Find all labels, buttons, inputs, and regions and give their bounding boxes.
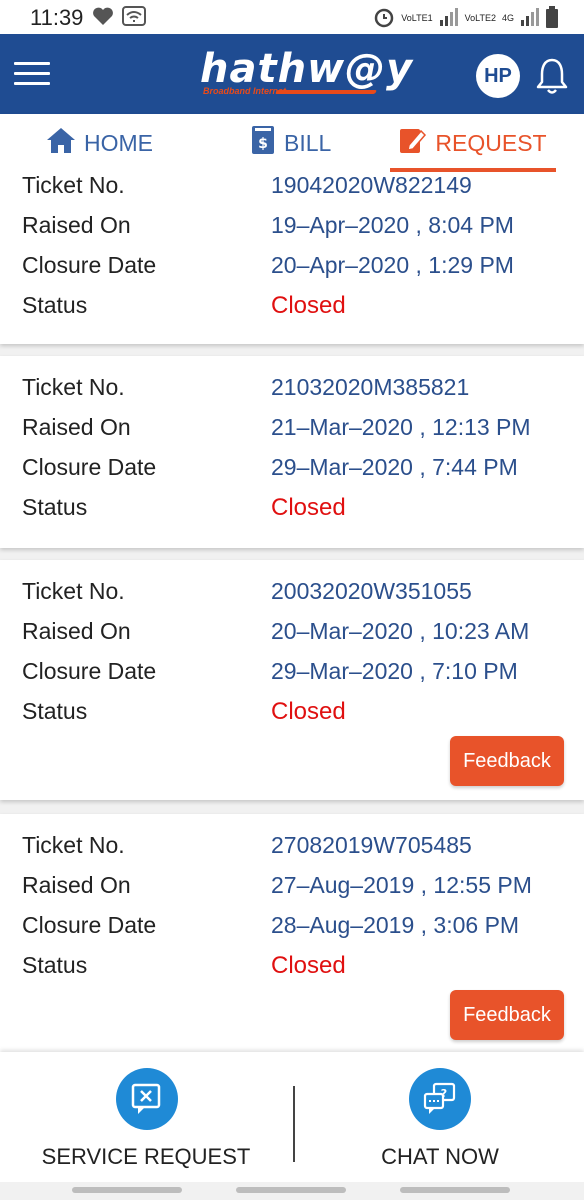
raised-on-label: Raised On bbox=[22, 618, 131, 644]
raised-on-value: 19–Apr–2020 , 8:04 PM bbox=[271, 212, 514, 238]
status-label: Status bbox=[22, 494, 88, 520]
raised-on-label: Raised On bbox=[22, 212, 131, 238]
raised-on-label: Raised On bbox=[22, 872, 131, 898]
ticket-no-value: 21032020M385821 bbox=[271, 374, 470, 400]
svg-text:$: $ bbox=[258, 136, 268, 152]
hathway-logo: hathw@y Broadband Internet bbox=[200, 46, 412, 102]
network-type: 4G bbox=[501, 12, 514, 23]
ticket-row-number: Ticket No. 19042020W822149 bbox=[22, 172, 562, 212]
service-request-button[interactable]: SERVICE REQUEST bbox=[0, 1052, 292, 1182]
wifi-icon bbox=[122, 6, 146, 32]
nav-back-pill[interactable] bbox=[72, 1187, 182, 1193]
ticket-row-closure: Closure Date 29–Mar–2020 , 7:10 PM bbox=[22, 658, 562, 698]
service-request-icon bbox=[116, 1068, 178, 1130]
tab-home[interactable]: HOME bbox=[46, 114, 153, 172]
nav-home-pill[interactable] bbox=[236, 1187, 346, 1193]
raised-on-value: 20–Mar–2020 , 10:23 AM bbox=[271, 618, 530, 644]
edit-icon bbox=[399, 125, 427, 161]
ticket-no-label: Ticket No. bbox=[22, 832, 125, 858]
battery-icon bbox=[546, 6, 558, 30]
nav-recents-pill[interactable] bbox=[400, 1187, 510, 1193]
ticket-card: Ticket No. 21032020M385821 Raised On 21–… bbox=[0, 356, 584, 548]
ticket-no-value: 19042020W822149 bbox=[271, 172, 472, 198]
ticket-list[interactable]: Ticket No. 19042020W822149 Raised On 19–… bbox=[0, 172, 584, 1052]
ticket-row-status: Status Closed bbox=[22, 292, 562, 332]
bottom-action-bar: SERVICE REQUEST ? CHAT NOW bbox=[0, 1052, 584, 1182]
status-bar: 11:39 VoLTE1 VoLTE2 4G bbox=[0, 0, 584, 34]
closure-date-value: 20–Apr–2020 , 1:29 PM bbox=[271, 252, 514, 278]
volte1-signal-icon bbox=[439, 8, 459, 28]
bell-icon[interactable] bbox=[534, 56, 570, 96]
ticket-card: Ticket No. 20032020W351055 Raised On 20–… bbox=[0, 560, 584, 800]
ticket-card: Ticket No. 27082019W705485 Raised On 27–… bbox=[0, 814, 584, 1052]
tab-request[interactable]: REQUEST bbox=[390, 114, 556, 172]
logo-swoosh bbox=[274, 90, 378, 94]
feedback-button[interactable]: Feedback bbox=[450, 990, 564, 1040]
ticket-row-status: Status Closed bbox=[22, 698, 562, 738]
closure-date-value: 28–Aug–2019 , 3:06 PM bbox=[271, 912, 520, 938]
volte2-signal-icon bbox=[520, 8, 540, 28]
closure-date-label: Closure Date bbox=[22, 454, 157, 480]
app-header: hathw@y Broadband Internet HP bbox=[0, 34, 584, 114]
volte2-label: VoLTE2 bbox=[464, 12, 496, 23]
closure-date-label: Closure Date bbox=[22, 912, 157, 938]
system-nav-bar bbox=[0, 1182, 584, 1200]
heart-icon bbox=[92, 6, 114, 32]
ticket-row-number: Ticket No. 20032020W351055 bbox=[22, 578, 562, 618]
ticket-row-raised: Raised On 21–Mar–2020 , 12:13 PM bbox=[22, 414, 562, 454]
status-value: Closed bbox=[271, 698, 346, 725]
ticket-row-closure: Closure Date 20–Apr–2020 , 1:29 PM bbox=[22, 252, 562, 292]
status-time: 11:39 bbox=[30, 5, 84, 30]
logo-subtitle: Broadband Internet bbox=[203, 86, 287, 96]
ticket-row-number: Ticket No. 27082019W705485 bbox=[22, 832, 562, 872]
ticket-no-label: Ticket No. bbox=[22, 172, 125, 198]
status-value: Closed bbox=[271, 292, 346, 319]
ticket-row-raised: Raised On 19–Apr–2020 , 8:04 PM bbox=[22, 212, 562, 252]
home-icon bbox=[46, 126, 76, 160]
tab-bill[interactable]: $ BILL bbox=[250, 114, 331, 172]
chat-now-label: CHAT NOW bbox=[381, 1144, 499, 1169]
closure-date-label: Closure Date bbox=[22, 252, 157, 278]
alarm-icon bbox=[373, 6, 395, 30]
tab-home-label: HOME bbox=[84, 129, 153, 156]
feedback-button[interactable]: Feedback bbox=[450, 736, 564, 786]
ticket-row-raised: Raised On 20–Mar–2020 , 10:23 AM bbox=[22, 618, 562, 658]
tab-bar: HOME $ BILL REQUEST bbox=[0, 114, 584, 172]
service-request-label: SERVICE REQUEST bbox=[41, 1144, 251, 1169]
ticket-no-label: Ticket No. bbox=[22, 374, 125, 400]
raised-on-value: 21–Mar–2020 , 12:13 PM bbox=[271, 414, 531, 440]
volte1-label: VoLTE1 bbox=[401, 12, 433, 23]
closure-date-label: Closure Date bbox=[22, 658, 157, 684]
status-value: Closed bbox=[271, 952, 346, 979]
ticket-row-status: Status Closed bbox=[22, 952, 562, 992]
status-label: Status bbox=[22, 952, 88, 978]
status-label: Status bbox=[22, 292, 88, 318]
ticket-no-value: 27082019W705485 bbox=[271, 832, 472, 858]
menu-icon[interactable] bbox=[14, 62, 50, 86]
ticket-row-closure: Closure Date 29–Mar–2020 , 7:44 PM bbox=[22, 454, 562, 494]
ticket-row-number: Ticket No. 21032020M385821 bbox=[22, 374, 562, 414]
chat-icon: ? bbox=[409, 1068, 471, 1130]
tab-bill-label: BILL bbox=[284, 129, 332, 156]
closure-date-value: 29–Mar–2020 , 7:44 PM bbox=[271, 454, 518, 480]
ticket-no-label: Ticket No. bbox=[22, 578, 125, 604]
avatar[interactable]: HP bbox=[476, 54, 520, 98]
raised-on-value: 27–Aug–2019 , 12:55 PM bbox=[271, 872, 532, 898]
chat-now-button[interactable]: ? CHAT NOW bbox=[294, 1052, 584, 1182]
closure-date-value: 29–Mar–2020 , 7:10 PM bbox=[271, 658, 518, 684]
ticket-no-value: 20032020W351055 bbox=[271, 578, 472, 604]
ticket-row-closure: Closure Date 28–Aug–2019 , 3:06 PM bbox=[22, 912, 562, 952]
raised-on-label: Raised On bbox=[22, 414, 131, 440]
ticket-row-status: Status Closed bbox=[22, 494, 562, 534]
bill-icon: $ bbox=[250, 124, 276, 162]
ticket-card: Ticket No. 19042020W822149 Raised On 19–… bbox=[0, 172, 584, 344]
status-label: Status bbox=[22, 698, 88, 724]
tab-request-label: REQUEST bbox=[435, 129, 547, 156]
ticket-row-raised: Raised On 27–Aug–2019 , 12:55 PM bbox=[22, 872, 562, 912]
status-value: Closed bbox=[271, 494, 346, 521]
